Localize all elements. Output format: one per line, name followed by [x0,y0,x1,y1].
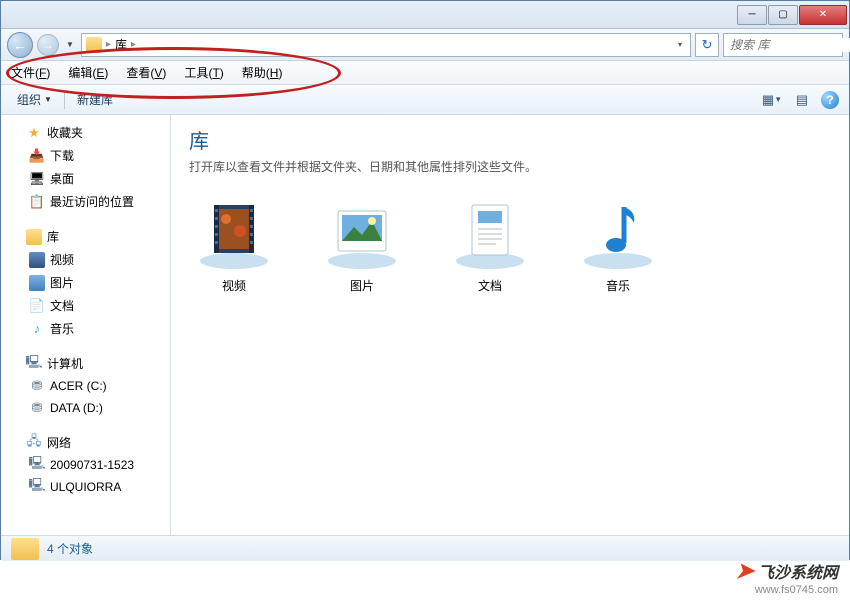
music-icon: ♪ [29,321,45,337]
close-button[interactable]: ✕ [799,5,847,25]
back-button[interactable]: ← [7,32,33,58]
page-subtitle: 打开库以查看文件并根据文件夹、日期和其他属性排列这些文件。 [189,158,831,175]
sidebar-libraries[interactable]: 库 [1,225,170,248]
library-item-music[interactable]: 音乐 [573,199,663,294]
folder-icon [11,538,39,560]
sidebar-computer[interactable]: 🖳计算机 [1,352,170,375]
library-item-videos[interactable]: 视频 [189,199,279,294]
download-icon: 📥 [29,148,45,164]
video-icon [29,252,45,268]
command-bar: 组织 ▼ 新建库 ▦ ▼ ▤ ? [1,85,849,115]
library-item-pictures[interactable]: 图片 [317,199,407,294]
menu-view[interactable]: 查看(V) [126,64,166,81]
menu-file[interactable]: 文件(F) [11,64,50,81]
watermark-brand: 飞沙系统网 [758,559,838,583]
sidebar-item-pictures[interactable]: 图片 [1,271,170,294]
documents-icon [452,199,528,271]
menu-help[interactable]: 帮助(H) [242,64,283,81]
computer-icon: 🖳 [29,457,45,473]
minimize-button[interactable]: ─ [737,5,767,25]
document-icon: 📄 [29,298,45,314]
organize-button[interactable]: 组织 ▼ [11,88,58,111]
sidebar-item-drive-c[interactable]: ⛃ACER (C:) [1,375,170,397]
computer-icon: 🖳 [29,479,45,495]
library-label: 图片 [350,277,374,294]
new-library-button[interactable]: 新建库 [71,88,119,111]
navigation-bar: ← → ▼ ▸ 库 ▸ ▾ ↻ 🔍 [1,29,849,61]
library-label: 文档 [478,277,502,294]
library-icon [26,229,42,245]
address-bar[interactable]: ▸ 库 ▸ ▾ [81,33,691,57]
breadcrumb-text[interactable]: 库 [115,36,127,53]
sidebar-item-recent[interactable]: 📋最近访问的位置 [1,190,170,213]
picture-icon [29,275,45,291]
drive-icon: ⛃ [29,400,45,416]
refresh-button[interactable]: ↻ [695,33,719,57]
computer-icon: 🖳 [26,356,42,372]
breadcrumb-separator-icon: ▸ [106,39,111,50]
music-icon [580,199,656,271]
sidebar-item-downloads[interactable]: 📥下载 [1,144,170,167]
sidebar-item-network-pc1[interactable]: 🖳20090731-1523 [1,454,170,476]
recent-icon: 📋 [29,194,45,210]
titlebar: ─ ▢ ✕ [1,1,849,29]
videos-icon [196,199,272,271]
page-title: 库 [189,125,831,154]
menu-edit[interactable]: 编辑(E) [68,64,108,81]
explorer-window: ─ ▢ ✕ ← → ▼ ▸ 库 ▸ ▾ ↻ 🔍 文件(F) 编辑(E) 查看(V… [0,0,850,560]
forward-button[interactable]: → [37,34,59,56]
address-dropdown[interactable]: ▾ [674,40,686,49]
history-dropdown[interactable]: ▼ [63,35,77,55]
preview-pane-button[interactable]: ▤ [791,90,813,110]
sidebar-network[interactable]: 🖧网络 [1,431,170,454]
sidebar-item-videos[interactable]: 视频 [1,248,170,271]
separator [64,91,65,109]
sidebar-item-music[interactable]: ♪音乐 [1,317,170,340]
menu-bar: 文件(F) 编辑(E) 查看(V) 工具(T) 帮助(H) [1,61,849,85]
search-box[interactable]: 🔍 [723,33,843,57]
star-icon: ★ [26,125,42,141]
menu-tools[interactable]: 工具(T) [184,64,223,81]
pictures-icon [324,199,400,271]
content-pane: 库 打开库以查看文件并根据文件夹、日期和其他属性排列这些文件。 视频 图片 [171,115,849,535]
sidebar-item-documents[interactable]: 📄文档 [1,294,170,317]
sidebar-favorites[interactable]: ★收藏夹 [1,121,170,144]
library-icon [86,37,102,53]
status-bar: 4 个对象 [1,535,849,561]
sidebar-item-network-pc2[interactable]: 🖳ULQUIORRA [1,476,170,498]
library-label: 视频 [222,277,246,294]
sidebar-item-desktop[interactable]: 🖥桌面 [1,167,170,190]
breadcrumb-separator-icon: ▸ [131,39,136,50]
watermark: ➤ 飞沙系统网 www.fs0745.com [736,558,838,596]
watermark-logo: ➤ 飞沙系统网 [736,558,838,584]
content-area: ★收藏夹 📥下载 🖥桌面 📋最近访问的位置 库 视频 图片 📄文档 ♪音乐 🖳计… [1,115,849,535]
status-text: 4 个对象 [47,540,93,557]
watermark-url: www.fs0745.com [736,584,838,596]
desktop-icon: 🖥 [29,171,45,187]
help-button[interactable]: ? [821,91,839,109]
library-label: 音乐 [606,277,630,294]
arrow-icon: ➤ [736,558,754,584]
library-item-documents[interactable]: 文档 [445,199,535,294]
maximize-button[interactable]: ▢ [768,5,798,25]
sidebar-item-drive-d[interactable]: ⛃DATA (D:) [1,397,170,419]
drive-icon: ⛃ [29,378,45,394]
view-mode-button[interactable]: ▦ ▼ [761,90,783,110]
search-input[interactable] [730,38,850,52]
network-icon: 🖧 [26,435,42,451]
navigation-pane[interactable]: ★收藏夹 📥下载 🖥桌面 📋最近访问的位置 库 视频 图片 📄文档 ♪音乐 🖳计… [1,115,171,535]
